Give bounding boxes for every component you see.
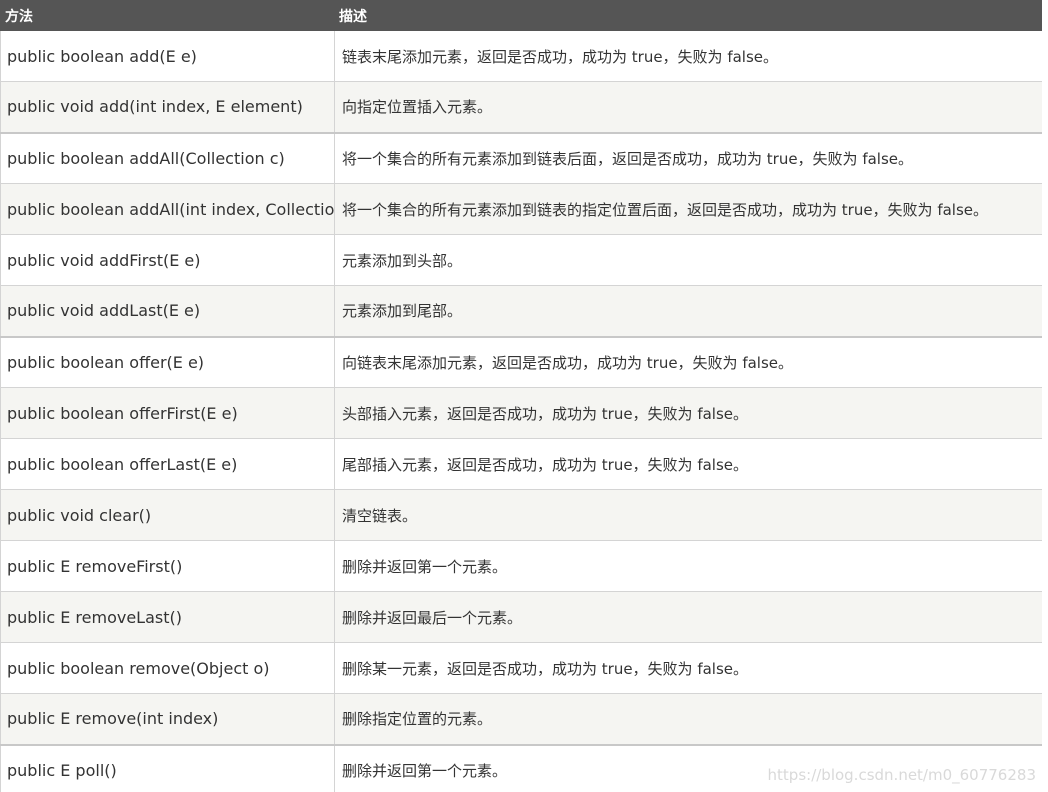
table-row: public boolean offerLast(E e) 尾部插入元素，返回是… [0, 438, 1042, 490]
method-cell: public E removeFirst() [0, 540, 335, 592]
method-cell: public boolean offer(E e) [0, 336, 335, 388]
header-method: 方法 [0, 0, 335, 31]
method-cell: public void add(int index, E element) [0, 81, 335, 134]
table-row: public boolean offerFirst(E e) 头部插入元素，返回… [0, 387, 1042, 439]
table-row: public boolean addAll(int index, Collect… [0, 183, 1042, 235]
table-row: public void add(int index, E element) 向指… [0, 81, 1042, 134]
table-row: public boolean add(E e) 链表末尾添加元素，返回是否成功，… [0, 30, 1042, 82]
table-row: public void clear() 清空链表。 [0, 489, 1042, 541]
description-cell: 删除某一元素，返回是否成功，成功为 true，失败为 false。 [334, 642, 1042, 694]
description-cell: 将一个集合的所有元素添加到链表的指定位置后面，返回是否成功，成功为 true，失… [334, 183, 1042, 235]
method-cell: public boolean addAll(Collection c) [0, 132, 335, 184]
description-cell: 删除指定位置的元素。 [334, 693, 1042, 746]
method-cell: public void clear() [0, 489, 335, 541]
method-cell: public void addLast(E e) [0, 285, 335, 338]
description-cell: 元素添加到头部。 [334, 234, 1042, 286]
description-cell: 链表末尾添加元素，返回是否成功，成功为 true，失败为 false。 [334, 30, 1042, 82]
method-cell: public boolean add(E e) [0, 30, 335, 82]
description-cell: 将一个集合的所有元素添加到链表后面，返回是否成功，成功为 true，失败为 fa… [334, 132, 1042, 184]
method-cell: public boolean addAll(int index, Collect… [0, 183, 335, 235]
description-cell: 尾部插入元素，返回是否成功，成功为 true，失败为 false。 [334, 438, 1042, 490]
table-row: public boolean addAll(Collection c) 将一个集… [0, 132, 1042, 184]
method-cell: public E removeLast() [0, 591, 335, 643]
method-cell: public boolean offerFirst(E e) [0, 387, 335, 439]
table-row: public E poll() 删除并返回第一个元素。 [0, 744, 1042, 792]
table-row: public void addFirst(E e) 元素添加到头部。 [0, 234, 1042, 286]
method-cell: public E remove(int index) [0, 693, 335, 746]
method-cell: public E poll() [0, 744, 335, 792]
description-cell: 向链表末尾添加元素，返回是否成功，成功为 true，失败为 false。 [334, 336, 1042, 388]
method-cell: public boolean offerLast(E e) [0, 438, 335, 490]
method-cell: public boolean remove(Object o) [0, 642, 335, 694]
linkedlist-methods-table: 方法 描述 public boolean add(E e) 链表末尾添加元素，返… [0, 0, 1042, 792]
table-row: public void addLast(E e) 元素添加到尾部。 [0, 285, 1042, 338]
description-cell: 向指定位置插入元素。 [334, 81, 1042, 134]
description-cell: 清空链表。 [334, 489, 1042, 541]
description-cell: 元素添加到尾部。 [334, 285, 1042, 338]
table-header-row: 方法 描述 [0, 0, 1042, 31]
table-row: public boolean remove(Object o) 删除某一元素，返… [0, 642, 1042, 694]
description-cell: 删除并返回最后一个元素。 [334, 591, 1042, 643]
description-cell: 头部插入元素，返回是否成功，成功为 true，失败为 false。 [334, 387, 1042, 439]
table-row: public E removeLast() 删除并返回最后一个元素。 [0, 591, 1042, 643]
description-cell: 删除并返回第一个元素。 [334, 744, 1042, 792]
method-table-container: 方法 描述 public boolean add(E e) 链表末尾添加元素，返… [0, 0, 1042, 792]
table-row: public E remove(int index) 删除指定位置的元素。 [0, 693, 1042, 746]
method-cell: public void addFirst(E e) [0, 234, 335, 286]
header-description: 描述 [334, 0, 1042, 31]
description-cell: 删除并返回第一个元素。 [334, 540, 1042, 592]
table-row: public boolean offer(E e) 向链表末尾添加元素，返回是否… [0, 336, 1042, 388]
table-row: public E removeFirst() 删除并返回第一个元素。 [0, 540, 1042, 592]
